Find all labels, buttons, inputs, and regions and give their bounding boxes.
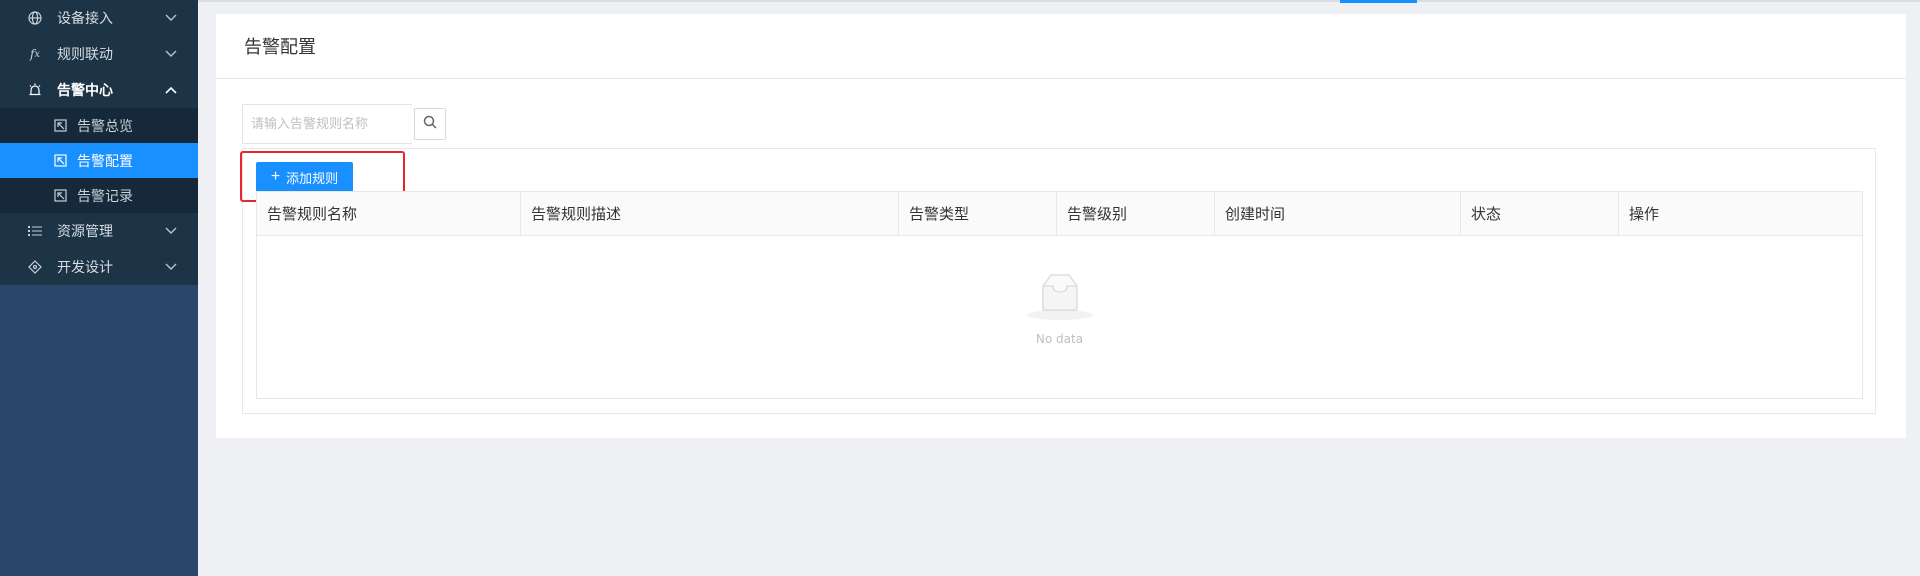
chevron-down-icon bbox=[164, 224, 178, 238]
design-icon bbox=[27, 259, 43, 275]
chevron-down-icon bbox=[164, 11, 178, 25]
sidebar: 设备接入 fx 规则联动 告警中心 告警总览 告警配置 告警记录 资源管理 开发… bbox=[0, 0, 198, 576]
sidebar-subitem-alarm-config[interactable]: 告警配置 bbox=[0, 143, 198, 178]
column-header-created-time[interactable]: 创建时间 bbox=[1215, 192, 1461, 235]
sidebar-subitem-label: 告警总览 bbox=[77, 118, 133, 135]
rules-table: 告警规则名称 告警规则描述 告警类型 告警级别 创建时间 状态 操作 No da… bbox=[256, 191, 1863, 399]
sidebar-subitem-label: 告警记录 bbox=[77, 188, 133, 205]
shortcut-icon bbox=[53, 189, 67, 203]
search-icon bbox=[423, 115, 437, 133]
active-tab-indicator bbox=[1340, 0, 1417, 3]
list-icon bbox=[27, 223, 43, 239]
sidebar-item-dev-design[interactable]: 开发设计 bbox=[0, 249, 198, 285]
column-header-alarm-level[interactable]: 告警级别 bbox=[1057, 192, 1215, 235]
sidebar-item-resource-management[interactable]: 资源管理 bbox=[0, 213, 198, 249]
shortcut-icon bbox=[53, 154, 67, 168]
column-header-rule-name[interactable]: 告警规则名称 bbox=[257, 192, 521, 235]
sidebar-subitem-alarm-records[interactable]: 告警记录 bbox=[0, 178, 198, 213]
search-button[interactable] bbox=[414, 108, 446, 140]
empty-text: No data bbox=[1035, 332, 1084, 346]
function-icon: fx bbox=[29, 47, 41, 61]
empty-inbox-icon bbox=[1025, 272, 1095, 326]
search-input[interactable] bbox=[242, 104, 412, 144]
column-header-status[interactable]: 状态 bbox=[1461, 192, 1619, 235]
column-header-actions[interactable]: 操作 bbox=[1619, 192, 1862, 235]
top-divider bbox=[198, 0, 1920, 2]
sidebar-submenu-alarm: 告警总览 告警配置 告警记录 bbox=[0, 108, 198, 213]
search-bar bbox=[242, 104, 446, 144]
sidebar-item-rule-linkage[interactable]: fx 规则联动 bbox=[0, 36, 198, 72]
empty-state: No data bbox=[257, 272, 1862, 346]
shortcut-icon bbox=[53, 119, 67, 133]
chevron-up-icon bbox=[164, 83, 178, 97]
table-header: 告警规则名称 告警规则描述 告警类型 告警级别 创建时间 状态 操作 bbox=[257, 192, 1862, 236]
chevron-down-icon bbox=[164, 260, 178, 274]
chevron-down-icon bbox=[164, 47, 178, 61]
sidebar-item-device-access[interactable]: 设备接入 bbox=[0, 0, 198, 36]
card-header: 告警配置 bbox=[216, 14, 1906, 79]
sidebar-subitem-label: 告警配置 bbox=[77, 153, 133, 170]
column-header-rule-desc[interactable]: 告警规则描述 bbox=[521, 192, 899, 235]
sidebar-subitem-alarm-overview[interactable]: 告警总览 bbox=[0, 108, 198, 143]
page-title: 告警配置 bbox=[244, 37, 316, 58]
alarm-icon bbox=[27, 82, 43, 98]
column-header-alarm-type[interactable]: 告警类型 bbox=[899, 192, 1057, 235]
globe-icon bbox=[27, 10, 43, 26]
sidebar-item-alarm-center[interactable]: 告警中心 bbox=[0, 72, 198, 108]
sidebar-menu: 设备接入 fx 规则联动 告警中心 告警总览 告警配置 告警记录 资源管理 开发… bbox=[0, 0, 198, 285]
